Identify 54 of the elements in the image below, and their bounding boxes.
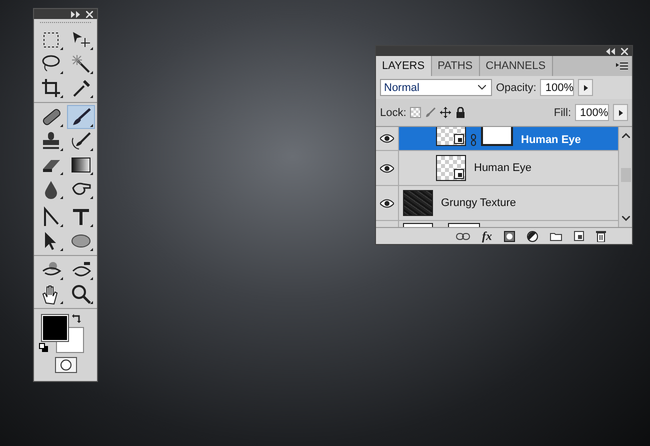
layer-thumbnail <box>436 155 466 181</box>
grip-handle[interactable] <box>40 22 91 25</box>
quick-mask-button[interactable] <box>54 357 76 373</box>
panel-menu-icon[interactable] <box>616 62 628 70</box>
chevron-down-icon <box>478 85 486 90</box>
fill-field[interactable]: 100% <box>575 104 609 121</box>
fill-arrow-button[interactable] <box>613 104 628 121</box>
scrollbar-thumb[interactable] <box>620 168 630 182</box>
panel-tab[interactable]: CHANNELS <box>480 56 553 76</box>
collapse-icon[interactable] <box>71 10 81 18</box>
adjustment-icon[interactable] <box>527 230 538 242</box>
eye-icon[interactable] <box>380 198 394 208</box>
triangle-right-icon <box>584 84 588 90</box>
trash-icon[interactable] <box>596 230 606 242</box>
close-icon[interactable] <box>621 48 628 54</box>
lock-transparency-icon[interactable] <box>410 107 422 118</box>
layer-thumbnail <box>403 190 433 216</box>
chain-icon[interactable] <box>471 134 476 146</box>
folder-icon[interactable] <box>550 232 562 240</box>
lock-label: Lock: <box>380 106 406 118</box>
layer-row[interactable]: Grungy Texture <box>399 186 618 220</box>
add-mask-icon[interactable] <box>504 230 515 242</box>
close-icon[interactable] <box>86 10 93 18</box>
selected-layer-row[interactable]: Human Eye <box>399 127 618 150</box>
circle-icon <box>58 359 72 371</box>
triangle-right-icon <box>618 110 622 116</box>
swap-arrow-icon[interactable] <box>72 313 82 323</box>
default-colors-icon[interactable] <box>39 343 49 353</box>
blend-mode-dropdown[interactable]: Normal <box>380 79 492 96</box>
lock-move-icon[interactable] <box>440 107 452 118</box>
foreground-color-swatch[interactable] <box>42 315 68 341</box>
opacity-arrow-button[interactable] <box>578 79 594 96</box>
brush-icon[interactable] <box>66 105 94 129</box>
layer-name: Grungy Texture <box>441 197 516 209</box>
layer-thumbnail <box>436 127 466 146</box>
lock-brush-icon[interactable] <box>425 107 436 118</box>
layer-mask-thumbnail[interactable] <box>481 127 513 146</box>
layer-name: Human Eye <box>474 162 532 174</box>
layer-style-button[interactable]: fx <box>482 228 492 244</box>
padlock-icon[interactable] <box>455 107 466 118</box>
layer-name: Human Eye <box>521 134 581 146</box>
panel-tab[interactable]: PATHS <box>432 56 480 76</box>
link-icon[interactable] <box>456 232 470 240</box>
fill-label: Fill: <box>554 106 571 118</box>
opacity-label: Opacity: <box>496 82 536 94</box>
panel-tab[interactable]: LAYERS <box>376 56 432 76</box>
eye-icon[interactable] <box>380 134 394 143</box>
scroll-down-icon[interactable] <box>622 216 630 221</box>
scroll-up-icon[interactable] <box>622 133 630 138</box>
opacity-field[interactable]: 100% <box>540 79 574 96</box>
new-layer-icon[interactable] <box>574 231 584 241</box>
scrollbar[interactable] <box>618 127 632 227</box>
layer-row[interactable]: Human Eye <box>399 151 618 185</box>
eye-icon[interactable] <box>380 164 394 172</box>
